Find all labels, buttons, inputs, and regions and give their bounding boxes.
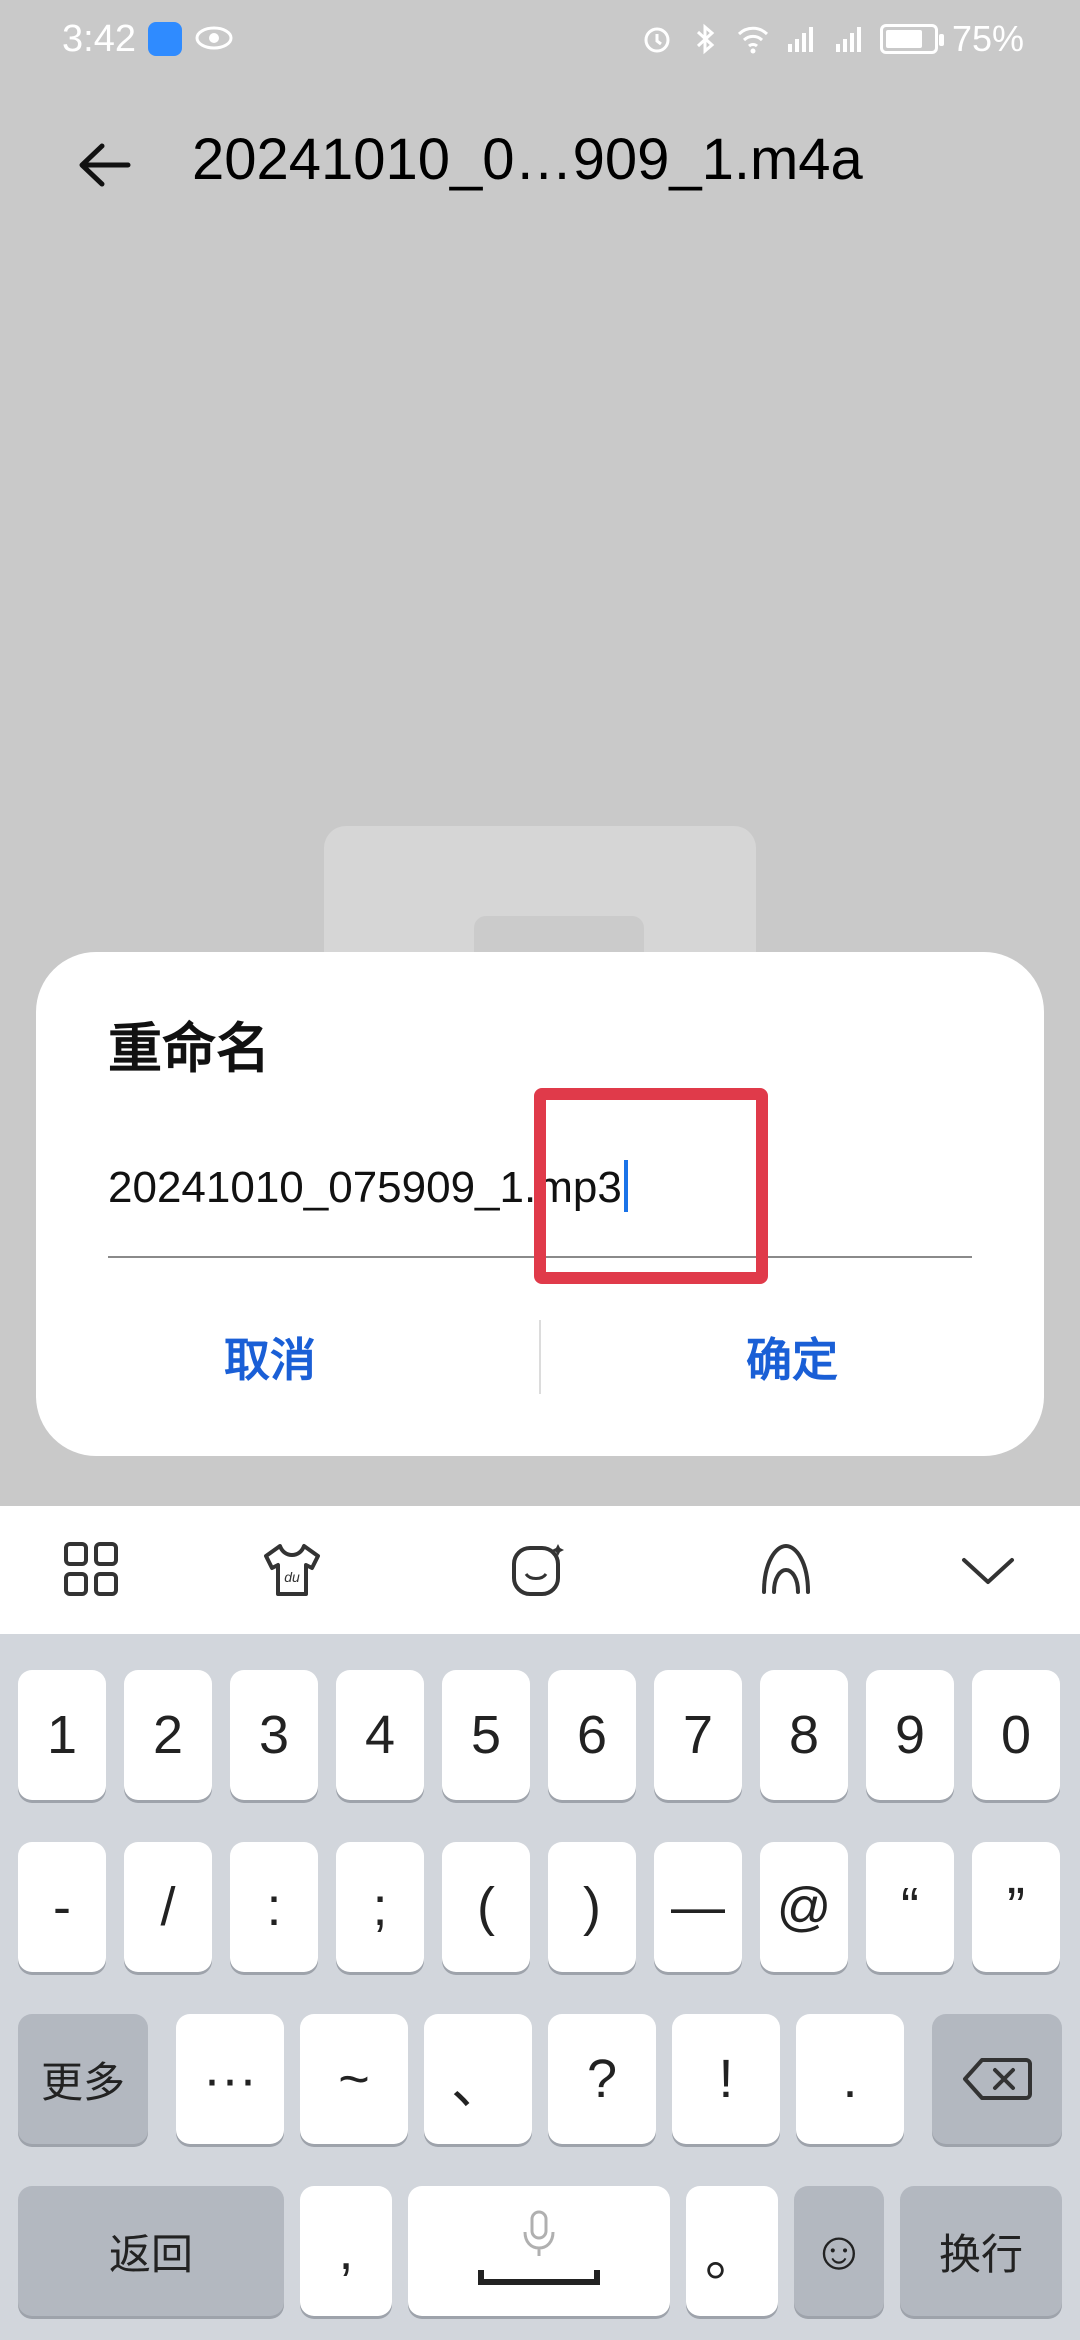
keyboard-toolbar: du	[0, 1506, 1080, 1634]
signal-4g-icon	[787, 27, 813, 52]
bluetooth-icon	[696, 23, 715, 55]
key-question[interactable]: ?	[548, 2014, 656, 2144]
microphone-icon	[478, 2210, 600, 2285]
app-notification-icon	[148, 22, 182, 56]
key-comma[interactable]: ,	[300, 2186, 392, 2316]
top-app-bar: 20241010_0…909_1.m4a	[0, 100, 1080, 220]
backspace-key[interactable]	[932, 2014, 1062, 2144]
key-4[interactable]: 4	[336, 1670, 424, 1800]
handwriting-a-icon[interactable]	[754, 1538, 818, 1602]
key-2[interactable]: 2	[124, 1670, 212, 1800]
key-6[interactable]: 6	[548, 1670, 636, 1800]
key-8[interactable]: 8	[760, 1670, 848, 1800]
key-ellipsis[interactable]: ···	[176, 2014, 284, 2144]
key-slash[interactable]: /	[124, 1842, 212, 1972]
key-em-dash[interactable]: —	[654, 1842, 742, 1972]
key-back[interactable]: 返回	[18, 2186, 284, 2316]
key-left-paren[interactable]: (	[442, 1842, 530, 1972]
key-hyphen[interactable]: -	[18, 1842, 106, 1972]
file-title: 20241010_0…909_1.m4a	[192, 127, 863, 192]
battery-icon	[879, 24, 944, 54]
status-bar: 3:42 75%	[0, 0, 1080, 80]
key-ideographic-period[interactable]: 。	[686, 2186, 778, 2316]
key-semicolon[interactable]: ;	[336, 1842, 424, 1972]
alarm-icon	[644, 27, 670, 53]
extension-highlight-box	[534, 1088, 768, 1284]
status-right-group: 75%	[640, 18, 1024, 60]
space-key[interactable]	[408, 2186, 670, 2316]
svg-text:du: du	[284, 1569, 300, 1585]
emoji-face-icon[interactable]	[506, 1538, 570, 1602]
key-period[interactable]: .	[796, 2014, 904, 2144]
key-7[interactable]: 7	[654, 1670, 742, 1800]
dialog-actions: 取消 确定	[36, 1302, 1044, 1412]
key-tilde[interactable]: ~	[300, 2014, 408, 2144]
key-more[interactable]: 更多	[18, 2014, 148, 2144]
key-right-paren[interactable]: )	[548, 1842, 636, 1972]
cancel-button[interactable]: 取消	[36, 1302, 504, 1412]
battery-percentage: 75%	[951, 18, 1024, 59]
arrow-left-icon[interactable]	[70, 130, 140, 200]
key-enter[interactable]: 换行	[900, 2186, 1062, 2316]
grid-menu-icon[interactable]	[60, 1538, 124, 1602]
rename-dialog: 重命名 20241010_075909_1.mp3 取消 确定	[36, 952, 1044, 1456]
backspace-icon	[963, 2058, 1032, 2100]
confirm-button[interactable]: 确定	[540, 1302, 1044, 1412]
eye-icon	[195, 26, 233, 50]
skin-shirt-icon[interactable]: du	[260, 1538, 324, 1602]
collapse-chevron-down-icon[interactable]	[956, 1538, 1020, 1602]
emoji-smiley-icon[interactable]: ☺	[794, 2186, 884, 2316]
wifi-icon	[737, 26, 768, 54]
key-ideographic-comma[interactable]: 、	[424, 2014, 532, 2144]
key-0[interactable]: 0	[972, 1670, 1060, 1800]
key-9[interactable]: 9	[866, 1670, 954, 1800]
signal-4g-icon-2	[835, 27, 861, 52]
dialog-title: 重命名	[108, 1019, 270, 1079]
status-time: 3:42	[62, 18, 136, 60]
key-1[interactable]: 1	[18, 1670, 106, 1800]
key-colon[interactable]: :	[230, 1842, 318, 1972]
key-exclamation[interactable]: !	[672, 2014, 780, 2144]
key-right-quote[interactable]: ”	[972, 1842, 1060, 1972]
soft-keyboard: 1 2 3 4 5 6 7 8 9 0 - / : ; ( ) — @ “ ” …	[0, 1634, 1080, 2340]
key-left-quote[interactable]: “	[866, 1842, 954, 1972]
key-at[interactable]: @	[760, 1842, 848, 1972]
key-3[interactable]: 3	[230, 1670, 318, 1800]
key-5[interactable]: 5	[442, 1670, 530, 1800]
